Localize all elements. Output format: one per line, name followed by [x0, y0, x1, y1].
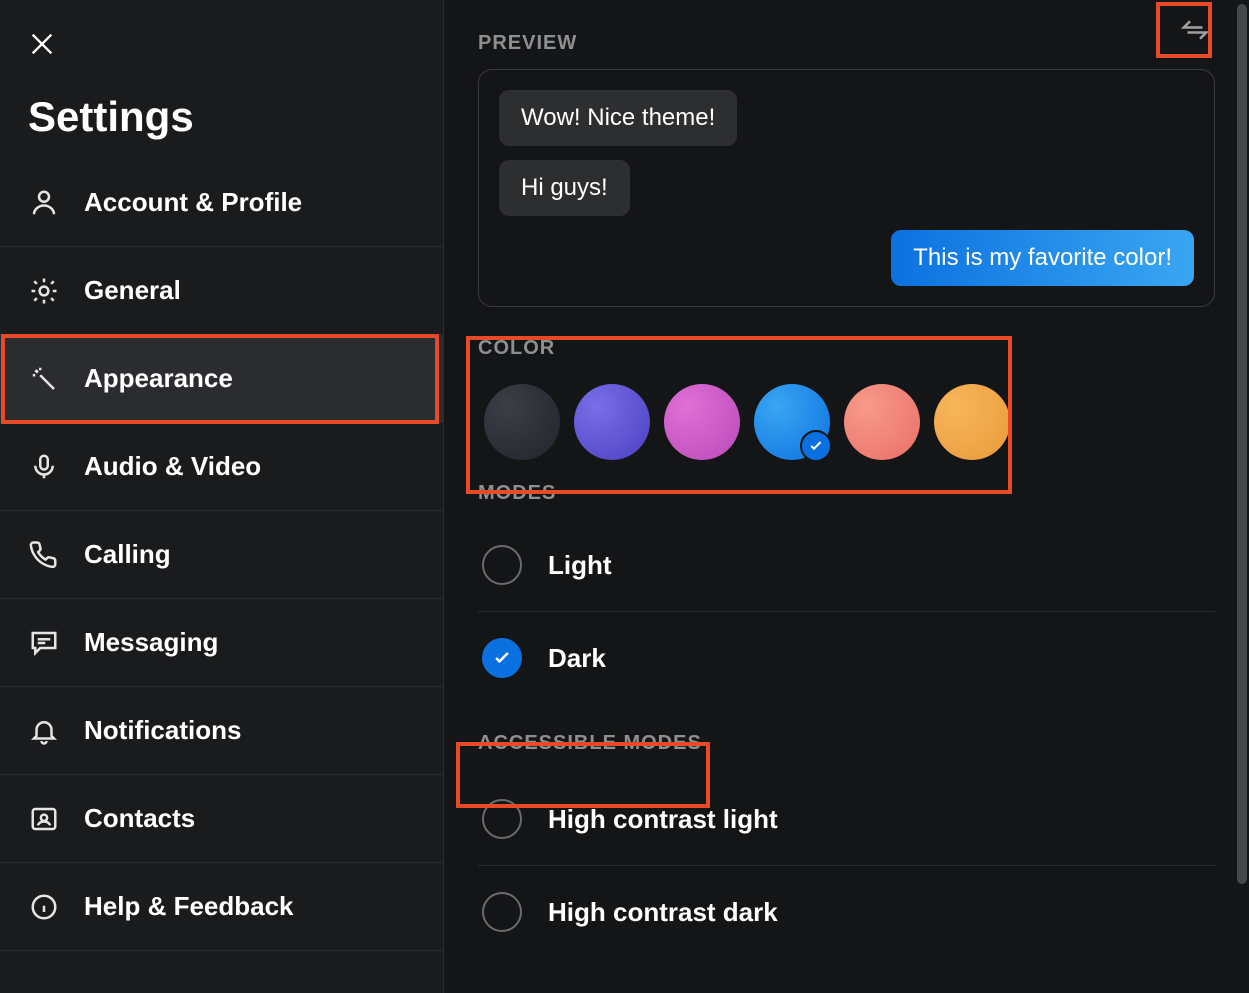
sidebar-item-label: Help & Feedback [84, 891, 294, 922]
gear-icon [28, 275, 60, 307]
sidebar-item-label: General [84, 275, 181, 306]
preview-header: PREVIEW [478, 32, 1215, 55]
accessible-modes-list: High contrast light High contrast dark [478, 773, 1215, 958]
sidebar-item-messaging[interactable]: Messaging [0, 599, 443, 687]
color-swatch-row [478, 374, 1215, 482]
phone-icon [28, 539, 60, 571]
color-swatch-orange[interactable] [934, 384, 1010, 460]
person-icon [28, 187, 60, 219]
sidebar-item-label: Appearance [84, 363, 233, 394]
theme-preview: Wow! Nice theme! Hi guys! This is my fav… [478, 69, 1215, 307]
color-header: COLOR [478, 337, 1215, 360]
swap-direction-button[interactable] [1175, 10, 1215, 50]
settings-title: Settings [0, 63, 443, 159]
radio-indicator [482, 545, 522, 585]
sidebar-item-label: Audio & Video [84, 451, 261, 482]
modes-list: Light Dark [478, 519, 1215, 704]
color-swatch-purple[interactable] [574, 384, 650, 460]
chat-icon [28, 627, 60, 659]
sidebar-item-label: Account & Profile [84, 187, 302, 218]
radio-indicator [482, 799, 522, 839]
preview-message-incoming: Wow! Nice theme! [499, 90, 737, 146]
sidebar-item-notifications[interactable]: Notifications [0, 687, 443, 775]
appearance-panel: PREVIEW Wow! Nice theme! Hi guys! This i… [444, 0, 1249, 993]
accessible-mode-option[interactable]: High contrast dark [478, 866, 1215, 958]
bell-icon [28, 715, 60, 747]
radio-indicator [482, 892, 522, 932]
check-icon [800, 430, 832, 462]
info-icon [28, 891, 60, 923]
sidebar-item-calling[interactable]: Calling [0, 511, 443, 599]
modes-header: MODES [478, 482, 1215, 505]
sidebar-item-general[interactable]: General [0, 247, 443, 335]
mode-label: Light [548, 550, 612, 581]
color-swatch-blue[interactable] [754, 384, 830, 460]
settings-sidebar: Settings Account & Profile General Appea… [0, 0, 444, 993]
close-icon[interactable] [28, 45, 56, 62]
contact-icon [28, 803, 60, 835]
accessible-mode-option[interactable]: High contrast light [478, 773, 1215, 866]
wand-icon [28, 363, 60, 395]
mode-label: Dark [548, 643, 606, 674]
sidebar-item-account[interactable]: Account & Profile [0, 159, 443, 247]
scrollbar[interactable] [1237, 4, 1247, 884]
color-swatch-default-dark[interactable] [484, 384, 560, 460]
accessible-mode-label: High contrast light [548, 804, 778, 835]
radio-indicator [482, 638, 522, 678]
accessible-mode-label: High contrast dark [548, 897, 778, 928]
sidebar-item-appearance[interactable]: Appearance [0, 335, 443, 423]
sidebar-item-label: Calling [84, 539, 171, 570]
sidebar-item-label: Messaging [84, 627, 218, 658]
mode-option[interactable]: Dark [478, 612, 1215, 704]
settings-nav: Account & Profile General Appearance Aud… [0, 159, 443, 951]
mode-option[interactable]: Light [478, 519, 1215, 612]
microphone-icon [28, 451, 60, 483]
preview-message-outgoing: This is my favorite color! [891, 230, 1194, 286]
color-swatch-coral[interactable] [844, 384, 920, 460]
sidebar-item-label: Notifications [84, 715, 241, 746]
preview-message-incoming: Hi guys! [499, 160, 630, 216]
color-swatch-pink[interactable] [664, 384, 740, 460]
sidebar-item-audio-video[interactable]: Audio & Video [0, 423, 443, 511]
sidebar-item-help[interactable]: Help & Feedback [0, 863, 443, 951]
sidebar-item-contacts[interactable]: Contacts [0, 775, 443, 863]
accessible-modes-header: ACCESSIBLE MODES [478, 732, 702, 755]
sidebar-item-label: Contacts [84, 803, 195, 834]
